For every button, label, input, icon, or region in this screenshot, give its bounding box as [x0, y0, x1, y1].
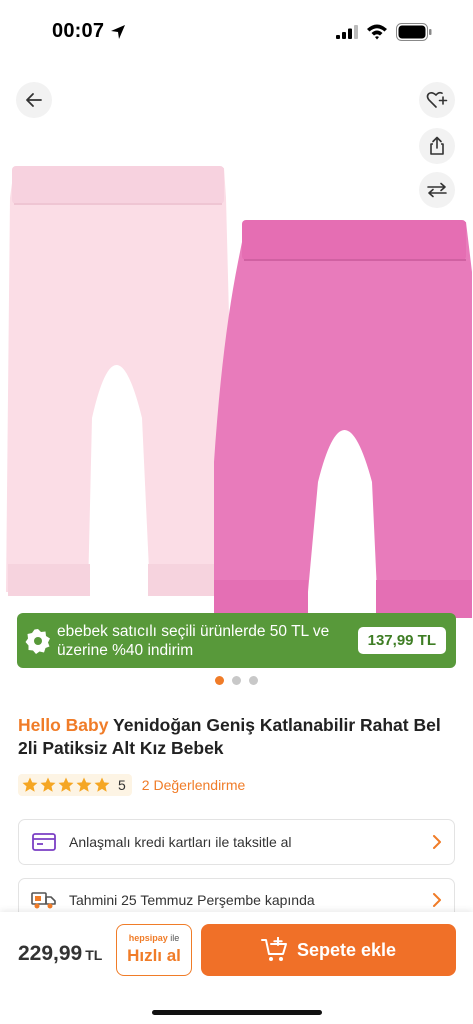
star-icon	[76, 777, 92, 792]
star-icon	[58, 777, 74, 792]
carousel-dot[interactable]	[215, 676, 224, 685]
delivery-text: Tahmini 25 Temmuz Perşembe kapında	[69, 892, 315, 908]
chevron-right-icon	[433, 893, 441, 907]
discount-badge-icon	[25, 628, 50, 654]
product-image-gallery[interactable]	[0, 62, 473, 618]
rating-row: 5 2 Değerlendirme	[18, 774, 245, 796]
rating-score: 5	[118, 777, 126, 793]
heart-add-icon	[426, 91, 448, 108]
carousel-dot[interactable]	[232, 676, 241, 685]
share-button[interactable]	[419, 128, 455, 164]
star-icon	[40, 777, 56, 792]
cart-add-icon	[260, 937, 287, 961]
star-icon	[94, 777, 110, 792]
status-bar: 00:07	[0, 0, 473, 62]
wifi-icon	[367, 24, 387, 40]
product-photo	[6, 166, 472, 618]
hepsipay-logo: hepsipay	[128, 933, 168, 943]
back-button[interactable]	[16, 82, 52, 118]
star-icon	[22, 777, 38, 792]
battery-icon	[396, 23, 432, 41]
arrow-left-icon	[26, 93, 42, 107]
rating-badge: 5	[18, 774, 132, 796]
promo-banner[interactable]: ebebek satıcılı seçili ürünlerde 50 TL v…	[17, 613, 456, 668]
home-indicator[interactable]	[152, 1010, 322, 1015]
reviews-link[interactable]: 2 Değerlendirme	[142, 777, 246, 793]
installment-row[interactable]: Anlaşmalı kredi kartları ile taksitle al	[18, 819, 455, 865]
add-to-cart-button[interactable]: Sepete ekle	[201, 924, 456, 976]
add-to-cart-label: Sepete ekle	[296, 939, 397, 960]
truck-icon	[31, 892, 56, 909]
status-time: 00:07	[52, 20, 105, 42]
price-value: 229,99	[18, 942, 83, 965]
compare-arrows-icon	[427, 182, 447, 198]
installment-text: Anlaşmalı kredi kartları ile taksitle al	[69, 834, 292, 850]
promo-price: 137,99 TL	[357, 627, 446, 654]
quick-buy-provider-suffix: ile	[167, 933, 180, 943]
favorite-button[interactable]	[419, 82, 455, 118]
price: 229,99 TL	[18, 942, 102, 966]
location-arrow-icon	[111, 25, 125, 39]
carousel-indicator	[0, 676, 473, 685]
brand-link[interactable]: Hello Baby	[18, 715, 108, 735]
quick-buy-provider: hepsipay ile	[117, 933, 191, 943]
quick-buy-label: Hızlı al	[127, 946, 181, 965]
compare-button[interactable]	[419, 172, 455, 208]
bottom-action-bar: 229,99 TL hepsipay ile Hızlı al Sepete ek…	[0, 912, 473, 1024]
quick-buy-button[interactable]: hepsipay ile Hızlı al	[116, 924, 192, 976]
share-icon	[430, 136, 444, 155]
carousel-dot[interactable]	[249, 676, 258, 685]
chevron-right-icon	[433, 835, 441, 849]
product-title: Hello Baby Yenidoğan Geniş Katlanabilir …	[18, 714, 458, 760]
credit-card-icon	[32, 833, 56, 851]
price-currency: TL	[85, 947, 103, 963]
promo-text: ebebek satıcılı seçili ürünlerde 50 TL v…	[57, 622, 330, 659]
signal-icon	[336, 25, 358, 39]
